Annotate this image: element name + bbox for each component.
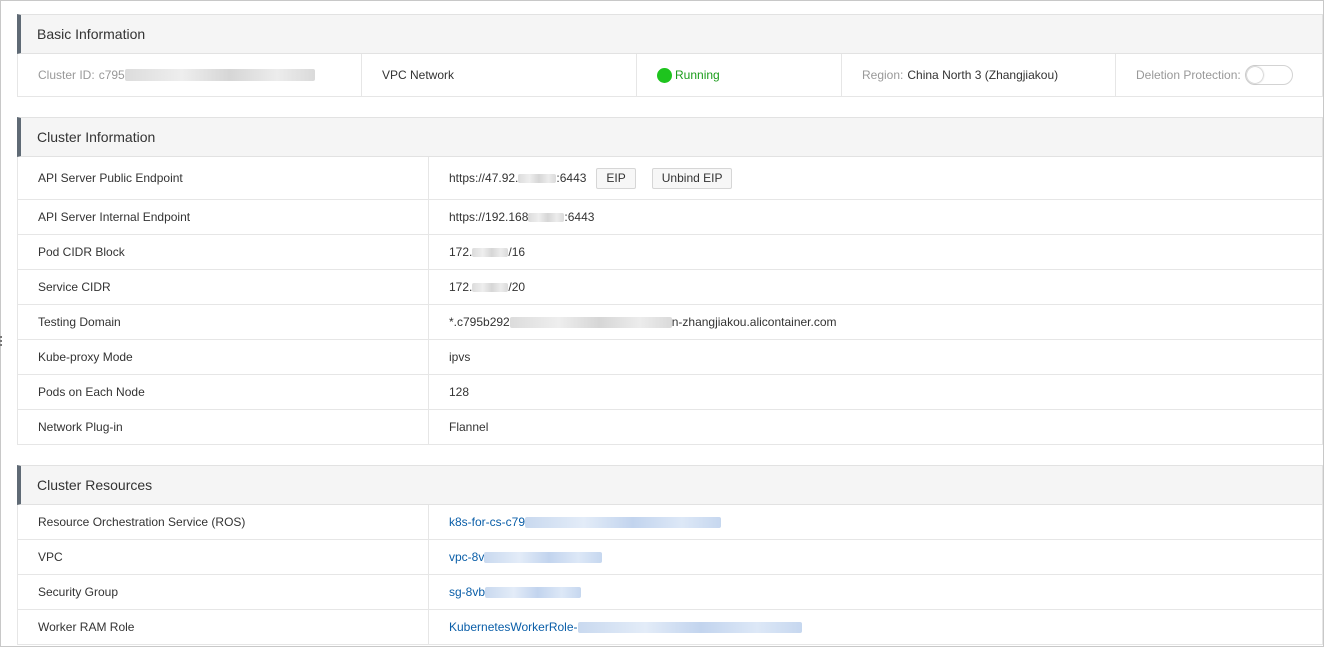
- row-value: Flannel: [449, 420, 489, 434]
- network-type-value: VPC Network: [382, 68, 455, 82]
- worker-ram-role-link[interactable]: KubernetesWorkerRole-: [449, 620, 578, 634]
- ros-stack-link[interactable]: k8s-for-cs-c79: [449, 515, 525, 529]
- row-label: VPC: [18, 540, 429, 574]
- table-row: API Server Internal Endpoint https://192…: [17, 200, 1323, 235]
- redacted-ram-role[interactable]: [577, 621, 802, 633]
- region-cell: Region: China North 3 (Zhangjiakou): [842, 54, 1116, 96]
- running-status-icon: [657, 67, 672, 83]
- pod-cidr-suffix: /16: [508, 245, 526, 259]
- testing-domain-prefix: *.c795b292: [449, 315, 510, 329]
- redacted-domain: [509, 316, 672, 328]
- redacted-cidr: [472, 247, 509, 257]
- row-label: API Server Public Endpoint: [18, 157, 429, 199]
- cluster-id-value: c795: [98, 68, 125, 82]
- region-label: Region:: [862, 68, 904, 82]
- table-row: Pod CIDR Block 172. /16: [17, 235, 1323, 270]
- redacted-vpc-id[interactable]: [484, 551, 603, 563]
- cluster-information-title: Cluster Information: [17, 117, 1323, 157]
- service-cidr-prefix: 172.: [449, 280, 473, 294]
- redacted-ip: [528, 212, 565, 222]
- security-group-link[interactable]: sg-8vb: [449, 585, 485, 599]
- unbind-eip-button[interactable]: Unbind EIP: [651, 167, 733, 189]
- table-row: Kube-proxy Mode ipvs: [17, 340, 1323, 375]
- row-value: k8s-for-cs-c79: [429, 505, 1322, 539]
- row-label: Testing Domain: [18, 305, 429, 339]
- row-label: Resource Orchestration Service (ROS): [18, 505, 429, 539]
- status-badge: Running: [675, 68, 720, 82]
- table-row: Service CIDR 172. /20: [17, 270, 1323, 305]
- public-endpoint-suffix: :6443: [556, 171, 587, 185]
- row-label: Service CIDR: [18, 270, 429, 304]
- eip-button[interactable]: EIP: [596, 167, 636, 189]
- row-label: Kube-proxy Mode: [18, 340, 429, 374]
- service-cidr-suffix: /20: [508, 280, 526, 294]
- deletion-protection-toggle[interactable]: [1244, 65, 1293, 85]
- row-value: https://192.168 :6443: [429, 200, 1322, 234]
- row-value: sg-8vb: [429, 575, 1322, 609]
- table-row: API Server Public Endpoint https://47.92…: [17, 157, 1323, 200]
- row-label: Pods on Each Node: [18, 375, 429, 409]
- table-row: Network Plug-in Flannel: [17, 410, 1323, 445]
- internal-endpoint-suffix: :6443: [564, 210, 595, 224]
- public-endpoint-prefix: https://47.92.: [449, 171, 519, 185]
- cluster-id-cell: Cluster ID: c795: [18, 54, 362, 96]
- row-label: Worker RAM Role: [18, 610, 429, 644]
- row-value: *.c795b292 n-zhangjiakou.alicontainer.co…: [429, 305, 1322, 339]
- row-label: Security Group: [18, 575, 429, 609]
- row-value: 128: [449, 385, 470, 399]
- table-row: Security Group sg-8vb: [17, 575, 1323, 610]
- row-value: vpc-8v: [429, 540, 1322, 574]
- redacted-cidr: [472, 282, 509, 292]
- row-value: 172. /20: [429, 270, 1322, 304]
- row-value: 172. /16: [429, 235, 1322, 269]
- table-row: Worker RAM Role KubernetesWorkerRole-: [17, 610, 1323, 645]
- cluster-id-label: Cluster ID:: [38, 68, 95, 82]
- status-cell: Running: [637, 54, 842, 96]
- row-label: Pod CIDR Block: [18, 235, 429, 269]
- cluster-information-panel: Cluster Information API Server Public En…: [17, 117, 1323, 445]
- redacted-cluster-id: [124, 69, 315, 81]
- basic-information-panel: Basic Information Cluster ID: c795 VPC N…: [17, 14, 1323, 97]
- redacted-ip: [518, 173, 557, 183]
- row-label: Network Plug-in: [18, 410, 429, 444]
- vpc-link[interactable]: vpc-8v: [449, 550, 484, 564]
- table-row: Testing Domain *.c795b292 n-zhangjiakou.…: [17, 305, 1323, 340]
- redacted-security-group-id[interactable]: [485, 586, 582, 598]
- deletion-protection-cell: Deletion Protection:: [1116, 54, 1322, 96]
- row-value: https://47.92. :6443 EIP Unbind EIP: [429, 157, 1322, 199]
- resize-handle-icon[interactable]: [0, 336, 3, 350]
- row-value: ipvs: [449, 350, 471, 364]
- basic-information-row: Cluster ID: c795 VPC Network Running Reg…: [17, 54, 1323, 97]
- network-type-cell: VPC Network: [362, 54, 637, 96]
- row-value: KubernetesWorkerRole-: [429, 610, 1322, 644]
- deletion-protection-label: Deletion Protection:: [1136, 68, 1241, 82]
- region-value: China North 3 (Zhangjiakou): [907, 68, 1059, 82]
- basic-information-title: Basic Information: [17, 14, 1323, 54]
- row-label: API Server Internal Endpoint: [18, 200, 429, 234]
- redacted-ros-stack[interactable]: [525, 516, 722, 528]
- table-row: Resource Orchestration Service (ROS) k8s…: [17, 505, 1323, 540]
- table-row: VPC vpc-8v: [17, 540, 1323, 575]
- testing-domain-suffix: n-zhangjiakou.alicontainer.com: [671, 315, 837, 329]
- pod-cidr-prefix: 172.: [449, 245, 473, 259]
- cluster-resources-title: Cluster Resources: [17, 465, 1323, 505]
- cluster-resources-panel: Cluster Resources Resource Orchestration…: [17, 465, 1323, 645]
- internal-endpoint-prefix: https://192.168: [449, 210, 529, 224]
- table-row: Pods on Each Node 128: [17, 375, 1323, 410]
